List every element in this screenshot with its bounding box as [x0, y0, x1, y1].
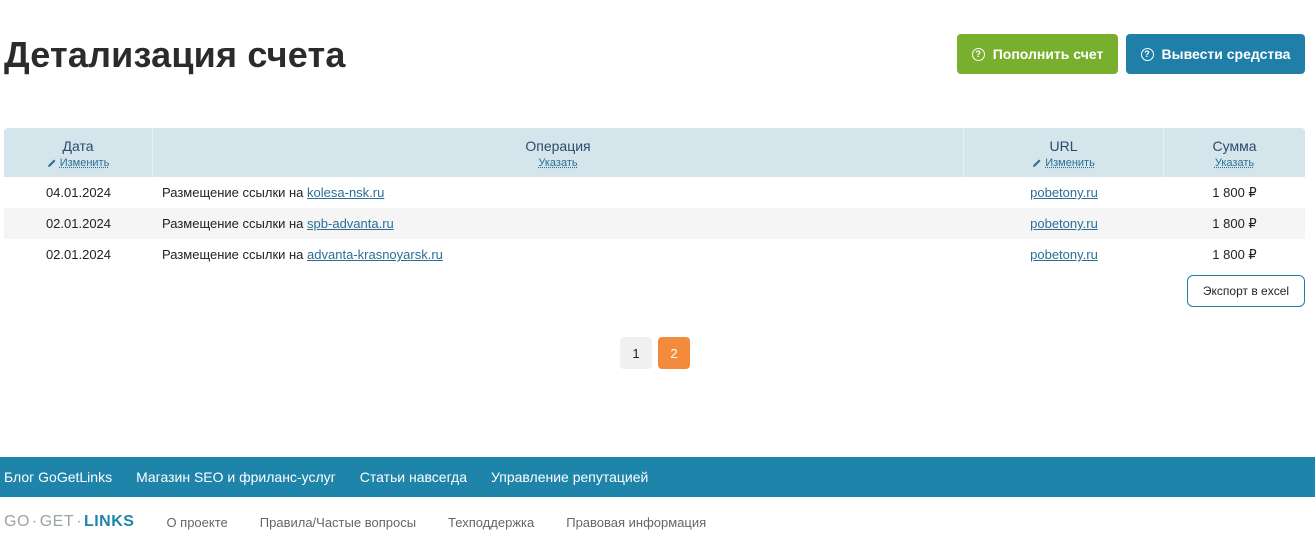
column-title: Операция: [525, 138, 591, 154]
footer-link-rules[interactable]: Правила/Частые вопросы: [260, 515, 416, 530]
column-header-date: Дата Изменить: [4, 128, 153, 177]
page-button-2-current[interactable]: 2: [658, 337, 690, 369]
question-icon: ?: [971, 47, 985, 61]
withdraw-button[interactable]: ? Вывести средства: [1126, 34, 1305, 74]
footer-link-about[interactable]: О проекте: [166, 515, 227, 530]
footer-links: О проекте Правила/Частые вопросы Техподд…: [166, 515, 706, 530]
footer-link-legal[interactable]: Правовая информация: [566, 515, 706, 530]
url-link[interactable]: pobetony.ru: [1030, 185, 1098, 200]
row-sum: 1 800 ₽: [1212, 184, 1257, 200]
column-header-operation: Операция Указать: [153, 128, 964, 177]
specify-sum-link[interactable]: Указать: [1215, 157, 1254, 169]
operation-link[interactable]: advanta-krasnoyarsk.ru: [307, 247, 443, 262]
url-link[interactable]: pobetony.ru: [1030, 216, 1098, 231]
row-date: 02.01.2024: [45, 216, 112, 231]
pagination: 1 2: [620, 337, 690, 369]
table-row: 04.01.2024 Размещение ссылки на kolesa-n…: [4, 177, 1305, 208]
row-date: 02.01.2024: [45, 247, 112, 262]
row-url: pobetony.ru: [964, 247, 1164, 262]
row-url: pobetony.ru: [964, 216, 1164, 231]
column-title: Дата: [62, 138, 94, 154]
footer-bottom: GO · GET · LINKS О проекте Правила/Частые во…: [0, 497, 1315, 547]
column-title: Сумма: [1212, 138, 1257, 154]
table-header: Дата Изменить Операция Указать URL Измен…: [4, 128, 1305, 177]
operation-link[interactable]: kolesa-nsk.ru: [307, 185, 384, 200]
footer-bar-link-shop[interactable]: Магазин SEO и фриланс-услуг: [136, 469, 336, 485]
pencil-icon: [47, 159, 56, 167]
question-icon: ?: [1140, 47, 1154, 61]
withdraw-button-label: Вывести средства: [1161, 46, 1291, 62]
topup-button-label: Пополнить счет: [992, 46, 1104, 62]
topup-button[interactable]: ? Пополнить счет: [957, 34, 1118, 74]
transactions-table: Дата Изменить Операция Указать URL Измен…: [4, 128, 1305, 270]
specify-operation-link[interactable]: Указать: [538, 157, 577, 169]
footer-bar-link-articles[interactable]: Статьи навсегда: [360, 469, 467, 485]
row-date: 04.01.2024: [45, 185, 112, 200]
change-date-link[interactable]: Изменить: [47, 157, 109, 169]
row-sum: 1 800 ₽: [1212, 246, 1257, 262]
row-url: pobetony.ru: [964, 185, 1164, 200]
page-title: Детализация счета: [4, 34, 346, 75]
row-operation: Размещение ссылки на kolesa-nsk.ru: [162, 185, 385, 200]
table-row: 02.01.2024 Размещение ссылки на advanta-…: [4, 239, 1305, 270]
row-operation: Размещение ссылки на advanta-krasnoyarsk…: [162, 247, 443, 262]
row-operation: Размещение ссылки на spb-advanta.ru: [162, 216, 394, 231]
footer-nav-bar: Блог GoGetLinks Магазин SEO и фриланс-ус…: [0, 457, 1315, 497]
change-url-link[interactable]: Изменить: [1032, 157, 1095, 169]
url-link[interactable]: pobetony.ru: [1030, 247, 1098, 262]
column-header-sum: Сумма Указать: [1164, 128, 1305, 177]
footer-bar-link-blog[interactable]: Блог GoGetLinks: [4, 469, 112, 485]
table-row: 02.01.2024 Размещение ссылки на spb-adva…: [4, 208, 1305, 239]
footer-link-support[interactable]: Техподдержка: [448, 515, 534, 530]
footer-bar-link-reputation[interactable]: Управление репутацией: [491, 469, 648, 485]
column-title: URL: [1049, 138, 1078, 154]
column-header-url: URL Изменить: [964, 128, 1164, 177]
row-sum: 1 800 ₽: [1212, 215, 1257, 231]
operation-link[interactable]: spb-advanta.ru: [307, 216, 394, 231]
pencil-icon: [1033, 159, 1041, 167]
gogetlinks-logo[interactable]: GO · GET · LINKS: [4, 513, 134, 531]
page-button-1[interactable]: 1: [620, 337, 652, 369]
export-excel-button[interactable]: Экспорт в excel: [1187, 275, 1305, 307]
